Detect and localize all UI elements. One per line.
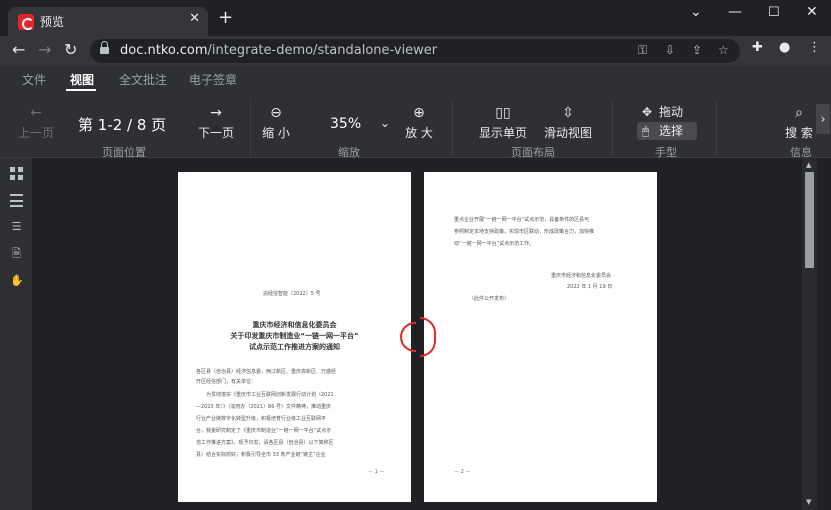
left-sidebar: ☰ 🗎 ✋ — [0, 158, 32, 510]
new-tab-icon[interactable]: + — [218, 9, 233, 27]
tab-title: 预览 — [40, 15, 65, 29]
attachment-icon[interactable]: 🗎 — [10, 247, 23, 260]
bookmarks-list-icon[interactable]: ☰ — [10, 220, 23, 233]
outline-icon[interactable] — [10, 194, 23, 207]
body-line: 参照制定本地支持政策，实现市区联动，形成政策合力，加快推 — [454, 229, 595, 235]
zoom-value[interactable]: 35% — [330, 116, 361, 132]
thumbnails-icon[interactable] — [10, 167, 23, 180]
close-window-icon[interactable]: ✕ — [806, 4, 818, 20]
active-menu-indicator — [66, 89, 96, 91]
scroll-down-icon[interactable]: ▼ — [806, 498, 811, 506]
tab-close-icon[interactable]: ✕ — [189, 11, 200, 26]
doc-title-line: 关于印发重庆市制造业“一链一网一平台” — [230, 332, 359, 340]
browser-tab[interactable]: 预览 ✕ — [8, 7, 208, 36]
page-number: － 1 － — [368, 469, 385, 475]
signature-org: 重庆市经济和信息化委员会 — [551, 273, 612, 279]
body-line: 开区经信部门，有关单位： — [196, 379, 257, 385]
body-line: 动“一链一网一平台”试点示范工作。 — [454, 241, 535, 247]
scroll-up-icon[interactable]: ▲ — [806, 161, 811, 169]
browser-toolbar: ← → ↻ doc.ntko.com/integrate-demo/standa… — [0, 36, 831, 66]
body-line: 重点企业开展“一链一网一平台”试点示范，具备条件的区县可 — [454, 217, 590, 223]
app-menubar: 文件 视图 全文批注 电子签章 — [0, 66, 831, 92]
back-icon[interactable]: ← — [12, 40, 25, 59]
ribbon-expand-chevron-icon[interactable]: › — [816, 104, 830, 134]
profile-avatar-icon[interactable]: ● — [779, 40, 790, 55]
search-icon: ⌕ — [795, 105, 803, 121]
drag-tool-button[interactable]: ✥ 拖动 — [637, 103, 697, 121]
document-page-1: 渝经信智能〔2022〕5 号 重庆市经济和信息化委员会 关于印发重庆市制造业“一… — [178, 172, 416, 502]
zoom-out-button[interactable]: ⊖ 缩 小 — [262, 104, 290, 141]
bookmark-star-icon[interactable]: ☆ — [718, 43, 729, 57]
key-icon[interactable]: ⚿ — [638, 43, 647, 58]
arrow-right-icon: → — [210, 105, 222, 121]
body-line: 各区县（自治县）经济信息委，两江新区、重庆高新区、万盛经 — [196, 369, 337, 375]
minus-circle-icon: ⊖ — [270, 105, 282, 121]
share-icon[interactable]: ⇪ — [692, 43, 702, 57]
scroll-view-button[interactable]: ⇳ 滑动视图 — [544, 104, 592, 141]
hand-icon[interactable]: ✋ — [10, 274, 24, 287]
signature-date: 2022 年 1 月 19 日 — [567, 284, 613, 290]
body-line: 为贯彻落实《重庆市工业互联网创新发展行动计划（2021 — [196, 392, 334, 398]
minimize-icon[interactable]: — — [728, 4, 742, 20]
body-line: 县）结合实际抓好，积极引导全市 33 条产业链“链主”企业 — [196, 452, 326, 458]
forward-icon[interactable]: → — [38, 40, 51, 59]
select-tool-button[interactable]: 🖱 选择 — [637, 122, 697, 140]
body-line: —2023 年）》（渝府办〔2021〕86 号）文件精神，推动重庆 — [196, 404, 331, 410]
single-page-button[interactable]: ▯▯ 显示单页 — [479, 104, 527, 141]
single-page-icon: ▯▯ — [495, 105, 511, 121]
arrow-left-icon: ← — [30, 105, 42, 121]
url-text: doc.ntko.com/integrate-demo/standalone-v… — [120, 43, 438, 58]
browser-tab-strip: 预览 ✕ + ⌄ — ☐ ✕ — [0, 0, 831, 36]
zoom-dropdown-chevron-icon[interactable]: ⌄ — [380, 116, 390, 130]
reload-icon[interactable]: ↻ — [64, 40, 77, 59]
maximize-icon[interactable]: ☐ — [768, 5, 780, 20]
document-viewport[interactable]: 渝经信智能〔2022〕5 号 重庆市经济和信息化委员会 关于印发重庆市制造业“一… — [32, 158, 802, 510]
search-button[interactable]: ⌕ 搜 索 — [784, 104, 814, 141]
menu-annotate[interactable]: 全文批注 — [119, 71, 167, 88]
ntko-favicon-icon — [18, 14, 34, 30]
doc-title-line: 重庆市经济和信息化委员会 — [252, 321, 337, 329]
scroll-thumb[interactable] — [805, 172, 814, 268]
mouse-icon: 🖱 — [642, 124, 650, 138]
extensions-icon[interactable]: ✚ — [752, 40, 763, 55]
address-bar[interactable]: doc.ntko.com/integrate-demo/standalone-v… — [90, 39, 740, 63]
prev-page-button[interactable]: ← 上一页 — [18, 104, 54, 141]
lock-icon[interactable] — [100, 41, 109, 55]
doc-title-line: 试点示范工作推进方案的通知 — [249, 343, 340, 351]
ribbon-divider — [452, 100, 453, 156]
doc-number: 渝经信智能〔2022〕5 号 — [263, 291, 321, 297]
scroll-view-icon: ⇳ — [562, 105, 574, 121]
menu-view[interactable]: 视图 — [70, 71, 94, 88]
move-icon: ✥ — [642, 105, 653, 119]
ribbon-divider — [250, 100, 251, 156]
page-number: － 2 － — [454, 469, 471, 475]
page-indicator: 第 1-2 / 8 页 — [78, 116, 167, 134]
plus-circle-icon: ⊕ — [413, 105, 425, 121]
menu-esign[interactable]: 电子签章 — [189, 71, 237, 88]
body-line: 行业产业链数字化转型升级，积极培育行业级工业互联网平 — [196, 416, 327, 422]
publish-note: （此件公开发布） — [469, 296, 510, 302]
menu-file[interactable]: 文件 — [22, 71, 46, 88]
more-menu-icon[interactable]: ⋮ — [808, 40, 821, 55]
document-page-2: 重点企业开展“一链一网一平台”试点示范，具备条件的区县可 参照制定本地支持政策，… — [420, 172, 657, 502]
zoom-in-button[interactable]: ⊕ 放 大 — [405, 104, 433, 141]
next-page-button[interactable]: → 下一页 — [197, 104, 235, 141]
red-seal-icon — [420, 317, 436, 357]
body-line: 台，我委研究制定了《重庆市制造业“一链一网一平台”试点示 — [196, 428, 332, 434]
ribbon-divider — [716, 100, 717, 156]
install-icon[interactable]: ⇩ — [665, 43, 675, 57]
body-line: 范工作推进方案》，现予印发，请各区县（自治县）以下简称区 — [196, 440, 334, 446]
ribbon-divider — [612, 100, 613, 156]
vertical-scrollbar[interactable]: ▲ ▼ — [802, 158, 817, 510]
view-ribbon: ← 上一页 第 1-2 / 8 页 → 下一页 页面位置 ⊖ 缩 小 35% ⌄… — [0, 92, 831, 159]
chevron-down-icon[interactable]: ⌄ — [690, 4, 702, 20]
